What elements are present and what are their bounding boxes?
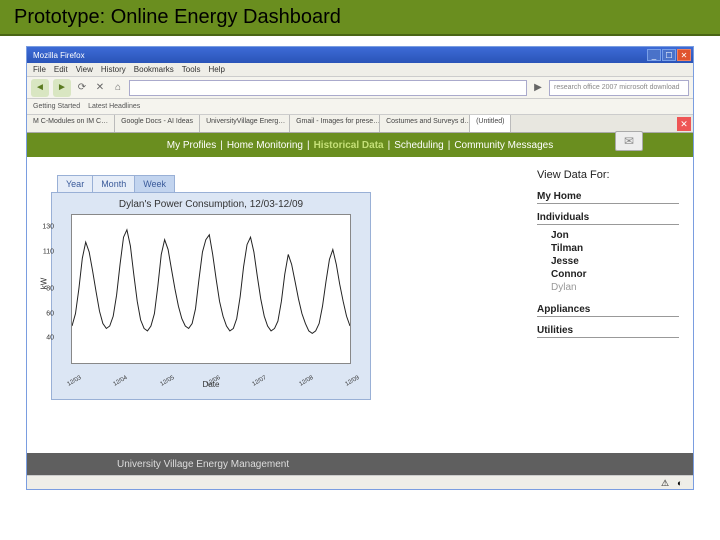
sidebar-section-my-home[interactable]: My Home (537, 191, 679, 204)
browser-titlebar: Mozilla Firefox _ ☐ ✕ (27, 47, 693, 63)
status-warning-icon: ⚠ (661, 478, 671, 488)
browser-tabs: M C-Modules on IM C… Google Docs - AI Id… (27, 115, 693, 133)
go-button[interactable]: ▶ (531, 81, 545, 95)
window-maximize-button[interactable]: ☐ (662, 49, 676, 61)
menu-history[interactable]: History (101, 65, 126, 74)
tab-2[interactable]: UniversityVillage Energ… (200, 115, 290, 132)
person-dylan[interactable]: Dylan (551, 281, 679, 294)
slide-title: Prototype: Online Energy Dashboard (0, 0, 720, 35)
status-info-icon: ◐ (677, 478, 687, 488)
time-tab-month[interactable]: Month (92, 175, 135, 192)
individuals-list: Jon Tilman Jesse Connor Dylan (537, 227, 679, 296)
site-footer: University Village Energy Management (27, 453, 693, 475)
sidebar: View Data For: My Home Individuals Jon T… (533, 157, 693, 453)
nav-historical-data[interactable]: Historical Data (314, 140, 384, 151)
tab-1[interactable]: Google Docs - AI Ideas (115, 115, 200, 132)
time-tab-year[interactable]: Year (57, 175, 93, 192)
tab-4[interactable]: Costumes and Surveys d… (380, 115, 470, 132)
address-bar[interactable] (129, 80, 527, 96)
sidebar-section-individuals: Individuals (537, 212, 679, 225)
stop-button[interactable]: ✕ (93, 81, 107, 95)
nav-home-monitoring[interactable]: Home Monitoring (227, 140, 303, 151)
line-chart: kW 406080110130 12/0312/0412/0512/0612/0… (71, 214, 351, 364)
chart-card: Dylan's Power Consumption, 12/03-12/09 k… (51, 192, 371, 400)
tab-5[interactable]: (Untitled) (470, 115, 511, 132)
page-body: Year Month Week Dylan's Power Consumptio… (27, 157, 693, 453)
reload-button[interactable]: ⟳ (75, 81, 89, 95)
site-nav-bar: My Profiles| Home Monitoring| Historical… (27, 133, 693, 157)
person-tilman[interactable]: Tilman (551, 242, 679, 255)
browser-menubar: File Edit View History Bookmarks Tools H… (27, 63, 693, 77)
browser-search-input[interactable]: research office 2007 microsoft download (549, 80, 689, 96)
menu-help[interactable]: Help (208, 65, 224, 74)
browser-toolbar: ◄ ► ⟳ ✕ ⌂ ▶ research office 2007 microso… (27, 77, 693, 99)
back-icon: ◄ (35, 82, 45, 93)
messages-envelope-icon[interactable]: ✉ (615, 131, 643, 151)
back-button[interactable]: ◄ (31, 79, 49, 97)
slide-title-bar: Prototype: Online Energy Dashboard (0, 0, 720, 36)
nav-scheduling[interactable]: Scheduling (394, 140, 443, 151)
nav-my-profiles[interactable]: My Profiles (167, 140, 216, 151)
time-range-tabs: Year Month Week (57, 175, 521, 192)
menu-bookmarks[interactable]: Bookmarks (134, 65, 174, 74)
sidebar-header: View Data For: (537, 169, 679, 181)
menu-file[interactable]: File (33, 65, 46, 74)
tab-close-button[interactable]: ✕ (677, 117, 691, 131)
nav-community-messages[interactable]: Community Messages (454, 140, 553, 151)
menu-edit[interactable]: Edit (54, 65, 68, 74)
bookmark-getting-started[interactable]: Getting Started (31, 103, 82, 110)
sidebar-section-utilities[interactable]: Utilities (537, 325, 679, 338)
browser-status-bar: ⚠ ◐ (27, 475, 693, 489)
window-minimize-button[interactable]: _ (647, 49, 661, 61)
tab-0[interactable]: M C-Modules on IM C… (27, 115, 115, 132)
sidebar-section-appliances[interactable]: Appliances (537, 304, 679, 317)
person-jesse[interactable]: Jesse (551, 255, 679, 268)
chart-title: Dylan's Power Consumption, 12/03-12/09 (60, 199, 362, 210)
chart-area: Year Month Week Dylan's Power Consumptio… (27, 157, 533, 453)
footer-text: University Village Energy Management (117, 459, 289, 470)
bookmarks-bar: Getting Started Latest Headlines (27, 99, 693, 115)
menu-view[interactable]: View (76, 65, 93, 74)
time-tab-week[interactable]: Week (134, 175, 175, 192)
browser-window: Mozilla Firefox _ ☐ ✕ File Edit View His… (26, 46, 694, 490)
menu-tools[interactable]: Tools (182, 65, 201, 74)
person-connor[interactable]: Connor (551, 268, 679, 281)
window-close-button[interactable]: ✕ (677, 49, 691, 61)
home-button[interactable]: ⌂ (111, 81, 125, 95)
browser-window-title: Mozilla Firefox (29, 51, 85, 60)
forward-button[interactable]: ► (53, 79, 71, 97)
tab-3[interactable]: Gmail - Images for prese… (290, 115, 380, 132)
person-jon[interactable]: Jon (551, 229, 679, 242)
forward-icon: ► (57, 82, 67, 93)
bookmark-latest-headlines[interactable]: Latest Headlines (86, 103, 142, 110)
